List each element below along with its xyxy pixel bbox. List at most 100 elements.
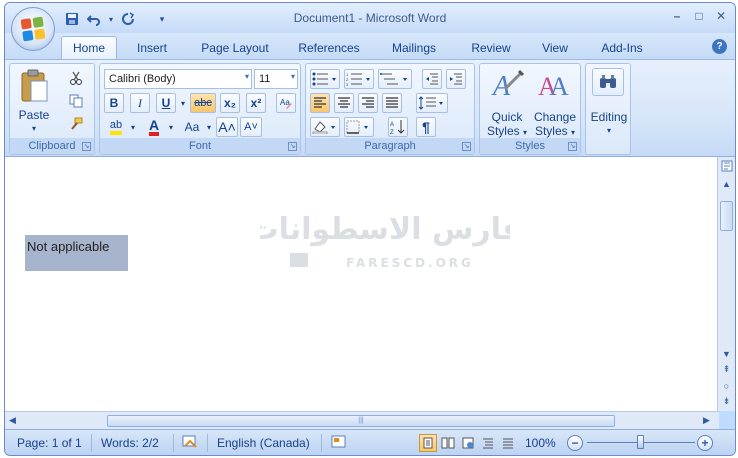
font-color-label: A xyxy=(148,118,160,136)
change-case-dropdown-icon[interactable]: ▾ xyxy=(204,117,214,137)
restore-button[interactable]: □ xyxy=(691,8,707,24)
tab-page-layout[interactable]: Page Layout xyxy=(193,37,277,59)
customize-qat-icon[interactable]: ▾ xyxy=(155,10,169,28)
paste-label[interactable]: Paste xyxy=(14,108,54,122)
horizontal-scrollbar[interactable]: ◀ ||| ▶ xyxy=(5,411,719,429)
align-left-icon[interactable] xyxy=(310,93,330,113)
page-count[interactable]: Page: 1 of 1 xyxy=(17,436,82,450)
sort-icon[interactable]: AZ xyxy=(388,117,408,137)
paragraph-launcher-icon[interactable]: ↘ xyxy=(462,142,471,151)
language-indicator[interactable]: English (Canada) xyxy=(217,436,310,450)
binoculars-icon[interactable] xyxy=(592,68,624,96)
font-size-select[interactable]: 11 ▾ xyxy=(254,69,298,89)
undo-dropdown-icon[interactable]: ▾ xyxy=(107,10,115,28)
save-icon[interactable] xyxy=(63,10,81,28)
help-icon[interactable]: ? xyxy=(712,39,727,54)
zoom-out-button[interactable]: − xyxy=(567,435,583,451)
vertical-scroll-thumb[interactable] xyxy=(720,201,733,231)
scroll-right-icon[interactable]: ▶ xyxy=(703,415,710,426)
shading-icon[interactable] xyxy=(310,117,340,137)
increase-indent-icon[interactable] xyxy=(446,69,466,89)
italic-button[interactable]: I xyxy=(130,93,150,113)
bullets-icon[interactable] xyxy=(310,69,340,89)
decrease-indent-icon[interactable] xyxy=(422,69,442,89)
line-spacing-icon[interactable] xyxy=(416,93,448,113)
horizontal-scroll-thumb[interactable]: ||| xyxy=(107,415,615,427)
superscript-button[interactable]: x² xyxy=(246,93,266,113)
clear-formatting-icon[interactable]: Aa xyxy=(276,93,296,113)
paste-dropdown-icon[interactable]: ▾ xyxy=(26,122,42,136)
font-group-label: Font xyxy=(100,138,300,154)
tab-insert[interactable]: Insert xyxy=(127,37,177,59)
tab-home[interactable]: Home xyxy=(61,36,117,60)
minimize-button[interactable]: – xyxy=(669,8,685,24)
chevron-down-icon: ▾ xyxy=(606,126,611,135)
outline-view-icon[interactable] xyxy=(479,434,497,452)
tab-add-ins[interactable]: Add-Ins xyxy=(591,37,653,59)
strikethrough-button[interactable]: abc xyxy=(190,93,216,113)
word-count[interactable]: Words: 2/2 xyxy=(101,436,159,450)
full-screen-reading-view-icon[interactable] xyxy=(439,434,457,452)
quick-styles-icon[interactable]: A xyxy=(488,68,528,100)
paste-icon[interactable] xyxy=(16,68,52,104)
scroll-down-icon[interactable]: ▼ xyxy=(720,347,733,360)
align-center-icon[interactable] xyxy=(334,93,354,113)
subscript-button[interactable]: x₂ xyxy=(220,93,240,113)
change-styles-label[interactable]: Change Styles ▾ xyxy=(530,110,580,140)
underline-dropdown-icon[interactable]: ▾ xyxy=(178,93,188,113)
document-canvas[interactable]: فارس الاسطوانات FARESCD.ORG Not applicab… xyxy=(5,157,719,411)
tab-mailings[interactable]: Mailings xyxy=(383,37,445,59)
font-launcher-icon[interactable]: ↘ xyxy=(288,142,297,151)
zoom-slider-knob[interactable] xyxy=(637,435,644,449)
tab-review[interactable]: Review xyxy=(463,37,519,59)
align-right-icon[interactable] xyxy=(358,93,378,113)
scroll-left-icon[interactable]: ◀ xyxy=(9,415,16,426)
redo-icon[interactable] xyxy=(119,10,137,28)
close-button[interactable]: ✕ xyxy=(713,8,729,24)
change-case-button[interactable]: Aa xyxy=(180,117,204,137)
selected-text[interactable]: Not applicable xyxy=(25,235,128,271)
grow-font-button[interactable]: A˄ xyxy=(216,117,238,137)
zoom-in-button[interactable]: + xyxy=(697,435,713,451)
cut-icon[interactable] xyxy=(66,68,86,88)
draft-view-icon[interactable] xyxy=(499,434,517,452)
office-button[interactable] xyxy=(11,7,55,51)
macro-record-icon[interactable] xyxy=(331,434,347,453)
ruler-toggle-icon[interactable] xyxy=(720,159,733,172)
justify-icon[interactable] xyxy=(382,93,402,113)
tab-view[interactable]: View xyxy=(533,37,577,59)
tab-references[interactable]: References xyxy=(291,37,367,59)
underline-button[interactable]: U xyxy=(156,93,176,113)
quick-styles-label-line1: Quick xyxy=(491,110,523,124)
quick-styles-label[interactable]: Quick Styles ▾ xyxy=(482,110,532,140)
vertical-scrollbar[interactable]: ▲ ▼ ⇞ ○ ⇟ xyxy=(717,157,735,411)
undo-icon[interactable] xyxy=(85,10,103,28)
select-browse-object-icon[interactable]: ○ xyxy=(720,379,733,392)
clipboard-launcher-icon[interactable]: ↘ xyxy=(82,142,91,151)
scroll-up-icon[interactable]: ▲ xyxy=(720,177,733,190)
copy-icon[interactable] xyxy=(66,91,86,111)
zoom-level[interactable]: 100% xyxy=(525,436,556,450)
shrink-font-button[interactable]: A˅ xyxy=(240,117,262,137)
multilevel-list-icon[interactable] xyxy=(378,69,412,89)
previous-page-icon[interactable]: ⇞ xyxy=(720,363,733,376)
bold-button[interactable]: B xyxy=(104,93,124,113)
format-painter-icon[interactable] xyxy=(66,114,86,134)
font-name-select[interactable]: Calibri (Body) ▾ xyxy=(104,69,252,89)
print-layout-view-icon[interactable] xyxy=(419,434,437,452)
change-styles-icon[interactable]: AA xyxy=(534,68,574,100)
borders-icon[interactable] xyxy=(344,117,374,137)
font-color-dropdown-icon[interactable]: ▾ xyxy=(166,117,176,137)
font-color-button[interactable]: A xyxy=(144,117,164,137)
highlight-button[interactable]: ab xyxy=(104,117,128,137)
paragraph-group: 123 A Z ¶ Paragraph ↘ xyxy=(305,63,475,155)
styles-group-label: Styles xyxy=(480,138,580,154)
highlight-dropdown-icon[interactable]: ▾ xyxy=(128,117,138,137)
show-hide-button[interactable]: ¶ xyxy=(416,117,436,137)
proofing-icon[interactable] xyxy=(181,434,199,453)
styles-launcher-icon[interactable]: ↘ xyxy=(568,142,577,151)
editing-button[interactable]: Editing ▾ xyxy=(586,110,632,138)
web-layout-view-icon[interactable] xyxy=(459,434,477,452)
next-page-icon[interactable]: ⇟ xyxy=(720,395,733,408)
numbering-icon[interactable]: 123 xyxy=(344,69,374,89)
